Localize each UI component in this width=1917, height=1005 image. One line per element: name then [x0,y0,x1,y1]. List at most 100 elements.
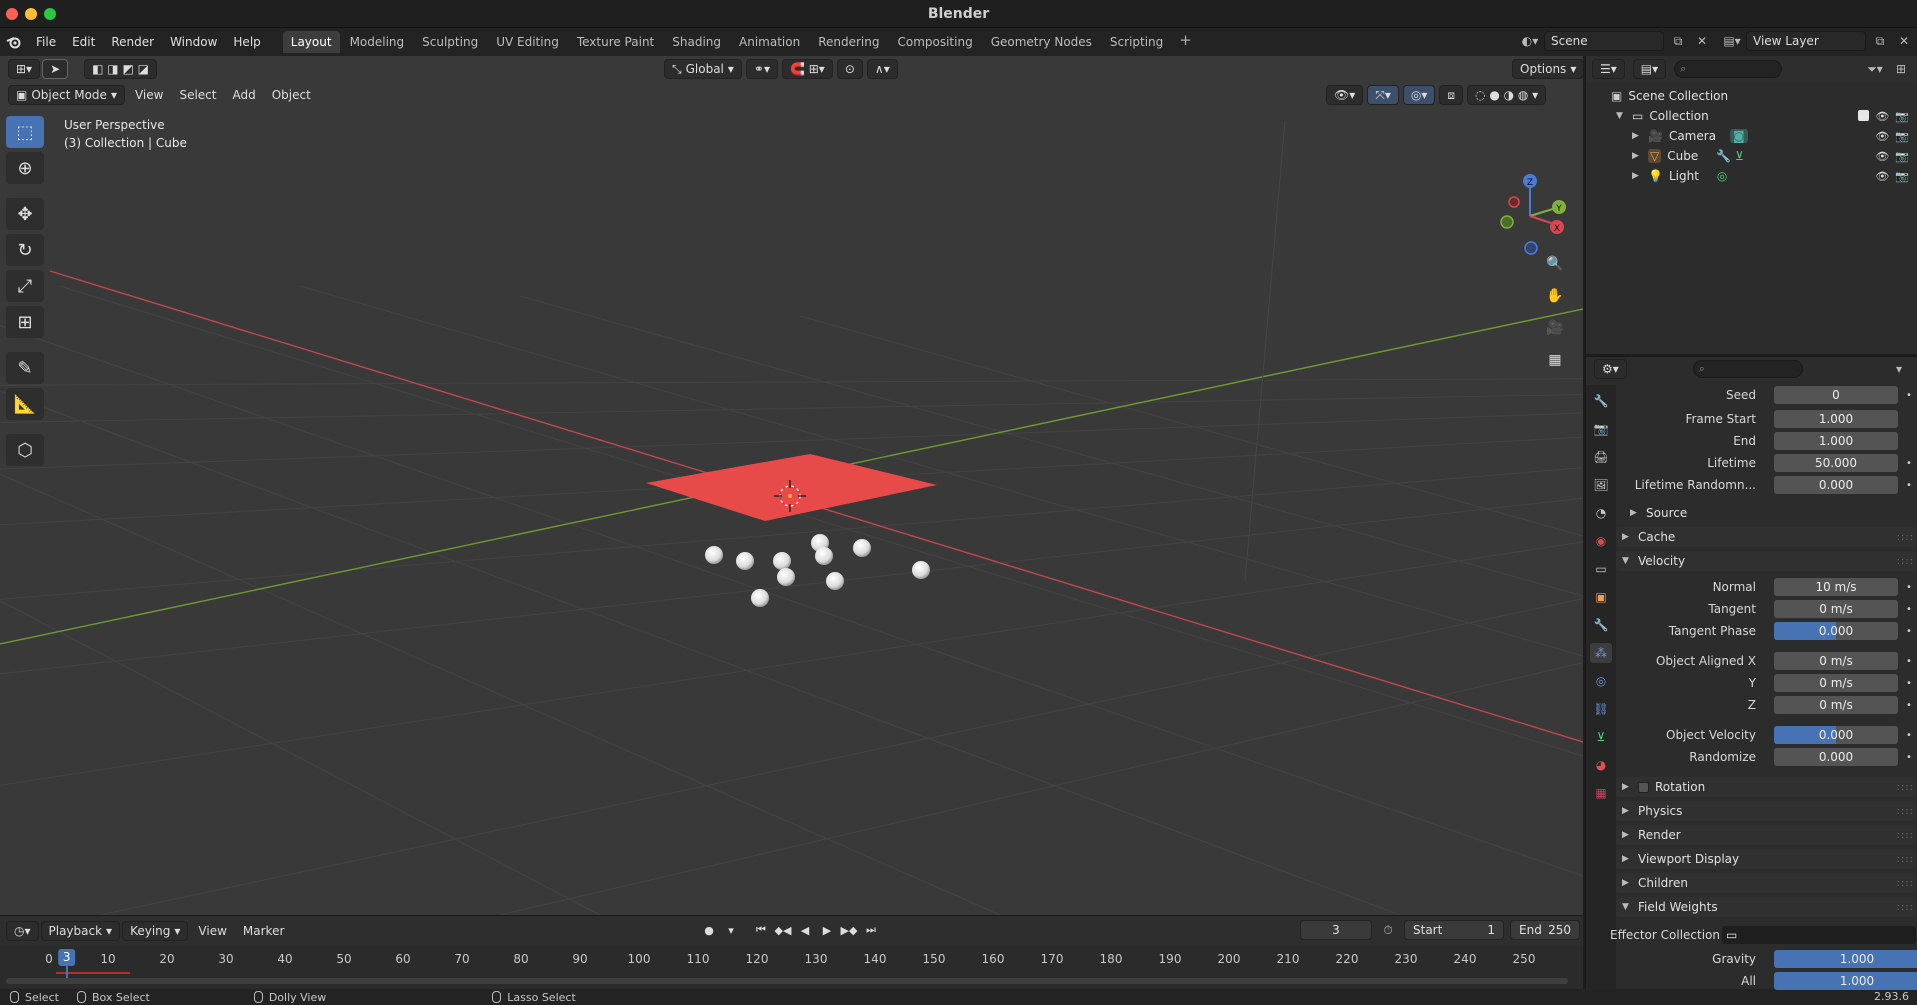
keyframe-dot[interactable]: • [1906,752,1912,763]
emitter-plane[interactable] [646,454,937,521]
object-aligned-x-field[interactable]: 0 m/s [1774,652,1898,670]
physics-tab-icon[interactable]: ◎ [1590,671,1612,691]
tab-modeling[interactable]: Modeling [342,31,413,53]
effector-collection-field[interactable]: ▭ [1722,926,1916,944]
tab-uv-editing[interactable]: UV Editing [488,31,567,53]
tab-animation[interactable]: Animation [731,31,808,53]
keyframe-dot[interactable]: • [1906,458,1912,469]
select-box-tool[interactable]: ⬚ [6,116,44,148]
particles-tab-icon[interactable]: ⁂ [1590,643,1612,663]
tool-tab-icon[interactable]: 🔧 [1590,391,1612,411]
playhead[interactable]: 3 [57,949,76,966]
lifetime-random-field[interactable]: 0.000 [1774,476,1898,494]
proportional-falloff-dropdown[interactable]: ∧▾ [866,59,898,79]
measure-tool[interactable]: 📐 [6,388,44,420]
keyframe-dot[interactable]: • [1906,582,1912,593]
render-camera-icon[interactable]: 📷 [1895,110,1909,123]
keyframe-dot[interactable]: • [1906,480,1912,491]
drag-handle-icon[interactable]: :::: [1897,806,1914,817]
keyframe-dot[interactable]: • [1906,390,1912,401]
tab-layout[interactable]: Layout [282,31,340,53]
object-aligned-z-field[interactable]: 0 m/s [1774,696,1898,714]
timeline-scrollbar[interactable] [6,978,1568,984]
modifier-tab-icon[interactable]: 🔧 [1590,615,1612,635]
viewport-display-panel[interactable]: ▶ Viewport Display:::: [1616,849,1916,869]
display-mode-dropdown[interactable]: ▤▾ [1632,59,1667,79]
rotation-panel[interactable]: ▶ Rotation:::: [1616,777,1916,797]
keyframe-dot[interactable]: • [1906,700,1912,711]
record-icon[interactable]: ● [700,920,718,940]
drag-handle-icon[interactable]: :::: [1897,878,1914,889]
object-velocity-slider[interactable]: 0.000 [1774,726,1898,744]
tab-rendering[interactable]: Rendering [810,31,887,53]
playback-menu[interactable]: Playback ▾ [40,921,121,941]
minimize-window-button[interactable] [25,8,37,20]
xray-toggle-icon[interactable]: ⧈ [1439,85,1464,105]
randomize-field[interactable]: 0.000 [1774,748,1898,766]
drag-handle-icon[interactable]: :::: [1897,782,1914,793]
camera-render-icon[interactable]: 📷 [1895,130,1909,143]
drag-handle-icon[interactable]: :::: [1897,556,1914,567]
scene-collection-row[interactable]: ▣ Scene Collection [1586,86,1917,106]
light-data-icon[interactable]: ◎ [1717,169,1727,183]
cube-render-icon[interactable]: 📷 [1895,150,1909,163]
close-window-button[interactable] [6,8,18,20]
seed-field[interactable]: 0 [1774,386,1898,404]
drag-handle-icon[interactable]: :::: [1897,854,1914,865]
tab-shading[interactable]: Shading [664,31,729,53]
normal-field[interactable]: 10 m/s [1774,578,1898,596]
world-tab-icon[interactable]: ◉ [1590,531,1612,551]
timeline-marker-menu[interactable]: Marker [235,924,292,938]
render-panel[interactable]: ▶ Render:::: [1616,825,1916,845]
light-visibility-eye-icon[interactable]: 👁 [1875,170,1889,183]
scene-name-field[interactable]: Scene [1544,31,1664,51]
tab-geometry-nodes[interactable]: Geometry Nodes [983,31,1100,53]
pivot-point-dropdown[interactable]: ⚭▾ [745,59,778,79]
tab-sculpting[interactable]: Sculpting [414,31,486,53]
menu-window[interactable]: Window [162,31,225,53]
visibility-eye-icon[interactable]: 👁 [1875,110,1889,123]
physics-panel[interactable]: ▶ Physics:::: [1616,801,1916,821]
properties-search-input[interactable]: ⌕ [1692,360,1803,378]
exclude-checkbox[interactable] [1858,109,1870,121]
frame-end-field[interactable]: 1.000 [1774,432,1898,450]
cursor-tool[interactable]: ⊕ [6,152,44,184]
blender-logo-icon[interactable] [0,28,28,56]
end-frame-field[interactable]: End 250 [1510,920,1580,940]
keyframe-dot[interactable]: • [1906,656,1912,667]
editor-type-button[interactable]: ⊞▾ [8,59,41,79]
outliner-editor-type[interactable]: ☰▾ [1592,59,1625,79]
menu-file[interactable]: File [28,31,64,53]
texture-tab-icon[interactable]: ▦ [1590,783,1612,803]
camera-expand-arrow[interactable]: ▶ [1632,131,1642,141]
duplicate-view-layer-icon[interactable]: ⧉ [1870,31,1890,51]
drag-handle-icon[interactable]: :::: [1897,830,1914,841]
viewport-menu-object[interactable]: Object [264,88,319,102]
zoom-icon[interactable]: 🔍 [1543,252,1567,276]
transform-tool[interactable]: ⊞ [6,306,44,338]
menu-edit[interactable]: Edit [64,31,103,53]
move-tool[interactable]: ✥ [6,198,44,230]
keying-menu[interactable]: Keying ▾ [122,921,189,941]
frame-start-field[interactable]: 1.000 [1774,410,1898,428]
new-collection-icon[interactable]: ⊞ [1891,59,1911,79]
object-aligned-y-field[interactable]: 0 m/s [1774,674,1898,692]
tweak-tool-icon[interactable]: ➤ [42,59,69,79]
annotate-tool[interactable]: ✎ [6,352,44,384]
children-panel[interactable]: ▶ Children:::: [1616,873,1916,893]
rotate-tool[interactable]: ↻ [6,234,44,266]
properties-options-icon[interactable]: ▾ [1889,359,1909,379]
rotation-checkbox[interactable] [1638,781,1649,793]
shading-modes[interactable]: ◌ ● ◑ ◍ ▾ [1467,85,1547,105]
gizmo-toggle-icon[interactable]: ⤧▾ [1367,85,1399,105]
viewport-menu-select[interactable]: Select [171,88,224,102]
camera-data-icon[interactable]: ◙ [1730,129,1748,143]
keyframe-dot[interactable]: • [1906,678,1912,689]
view-layer-field[interactable]: View Layer [1746,31,1866,51]
preview-range-icon[interactable]: ⏱ [1378,920,1398,940]
collection-expand-arrow[interactable]: ▼ [1616,111,1626,121]
filter-icon[interactable]: ⏷▾ [1865,59,1885,79]
timeline-ruler[interactable]: 3 0 10 20 30 40 50 60 70 80 90 100 110 120 130 140 150 1… [0,946,1583,978]
snapping-dropdown[interactable]: 🧲 ⊞▾ [782,59,833,79]
scene-tab-icon[interactable]: ◔ [1590,503,1612,523]
